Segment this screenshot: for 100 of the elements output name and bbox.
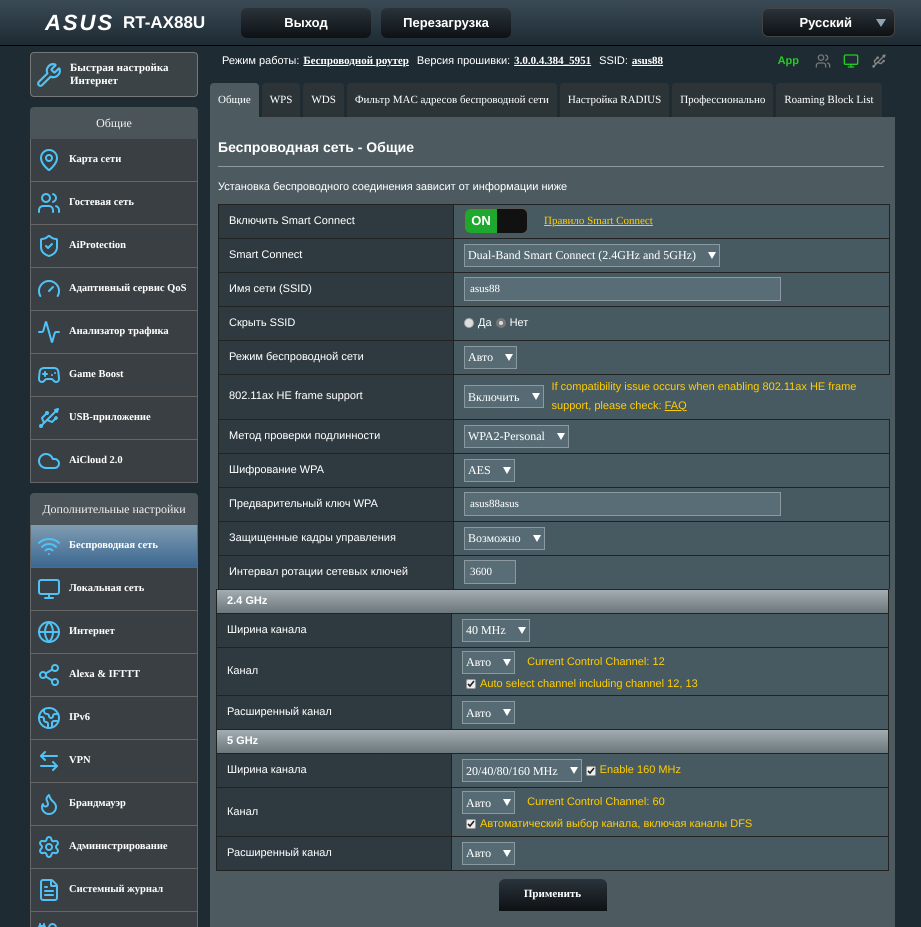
panel-subtitle: Установка беспроводного соединения зависит от информации ниже	[217, 180, 568, 195]
header-button[interactable]: Выход	[241, 8, 371, 38]
dropdown[interactable]: Включить	[464, 385, 544, 408]
globe-icon	[37, 706, 61, 730]
users-icon	[37, 191, 61, 215]
sidebar-item[interactable]: Брандмауэр	[30, 783, 198, 826]
sidebar-item[interactable]: Адаптивный сервис QoS	[30, 268, 198, 311]
sidebar-item[interactable]: USB-приложение	[30, 397, 198, 440]
tab[interactable]: Профессионально	[672, 83, 774, 117]
globe-icon	[37, 620, 61, 644]
row-label: Имя сети (SSID)	[219, 272, 454, 306]
dropdown[interactable]: Авто	[464, 346, 518, 368]
shield-icon	[37, 234, 61, 258]
caret-icon	[503, 658, 512, 666]
text-field[interactable]: asus88	[464, 277, 781, 301]
caret-icon	[532, 393, 540, 400]
checkbox-label: Enable 160 MHz	[600, 763, 681, 778]
dropdown[interactable]: 40 MHz	[462, 618, 530, 642]
panel-title: Беспроводная сеть - Общие	[217, 138, 416, 157]
row-label: Ширина канала	[217, 614, 452, 646]
apply-button[interactable]: Применить	[498, 878, 606, 910]
ssid-link[interactable]: asus88	[632, 52, 664, 70]
sidebar-item[interactable]: Alexa & IFTTT	[30, 654, 198, 697]
text-field[interactable]: 3600	[464, 560, 516, 584]
hub-icon	[37, 663, 61, 687]
row-label: Smart Connect	[219, 238, 454, 272]
header-button[interactable]: Перезагрузка	[381, 8, 511, 38]
dropdown[interactable]: WPA2-Personal	[464, 424, 569, 448]
tab[interactable]: WPS	[262, 83, 300, 117]
gear-icon	[37, 835, 61, 859]
radio-label: Нет	[510, 316, 528, 331]
sidebar-item[interactable]: AiCloud 2.0	[30, 440, 198, 483]
sidebar-item[interactable]: Гостевая сеть	[30, 182, 198, 225]
sidebar-item[interactable]: Администрирование	[30, 826, 198, 869]
faq-link[interactable]: FAQ	[664, 400, 687, 412]
row-label: Расширенный канал	[217, 836, 452, 870]
dropdown[interactable]: Авто	[462, 842, 516, 864]
radio-button[interactable]	[464, 318, 474, 328]
dropdown[interactable]: Dual-Band Smart Connect (2.4GHz and 5GHz)	[464, 244, 720, 266]
wrench-icon	[36, 62, 62, 88]
dropdown[interactable]: 20/40/80/160 MHz	[462, 759, 582, 782]
dropdown[interactable]: Авто	[462, 701, 516, 724]
usb-icon[interactable]	[871, 53, 887, 69]
map-pin-icon	[37, 148, 61, 172]
sidebar-item[interactable]: AiProtection	[30, 225, 198, 268]
sidebar-header: Общие	[30, 107, 198, 139]
sidebar-item[interactable]: Game Boost	[30, 354, 198, 397]
section-header: 2.4 GHz	[217, 588, 888, 612]
row-label: Интервал ротации сетевых ключей	[219, 556, 454, 588]
checkbox-label: Auto select channel including channel 12, 13	[480, 676, 698, 692]
caret-icon	[570, 767, 578, 774]
monitor-icon[interactable]	[843, 53, 859, 69]
tab[interactable]: Общие	[210, 83, 259, 117]
firmware-link[interactable]: 3.0.0.4.384_5951	[514, 52, 592, 70]
checkbox[interactable]	[586, 766, 596, 776]
link[interactable]: Правило Smart Connect	[544, 212, 653, 230]
radio-button[interactable]	[496, 318, 506, 328]
sidebar-item[interactable]: Беспроводная сеть	[30, 525, 198, 568]
sidebar-item[interactable]: Системный журнал	[30, 869, 198, 912]
arrows-icon	[37, 749, 61, 773]
caret-icon	[876, 18, 886, 26]
dropdown[interactable]: Авто	[462, 650, 516, 674]
tab[interactable]: WDS	[303, 83, 344, 117]
dropdown[interactable]: Возможно	[464, 526, 545, 550]
sidebar-item[interactable]: Локальная сеть	[30, 568, 198, 611]
toggle-label: ON	[465, 209, 497, 233]
checkbox[interactable]	[466, 819, 476, 830]
model-name: RT-AX88U	[123, 12, 206, 34]
caret-icon	[708, 252, 716, 258]
row-label: Метод проверки подлинности	[219, 420, 454, 452]
quick-setup-card[interactable]: Быстрая настройка Интернет	[30, 52, 198, 97]
row-label: Включить Smart Connect	[219, 204, 454, 238]
info-text: Current Control Channel: 60	[527, 795, 665, 810]
language-select[interactable]: Русский	[762, 8, 895, 37]
mode-link[interactable]: Беспроводной роутер	[303, 52, 409, 70]
caret-icon	[503, 799, 512, 806]
tab[interactable]: Фильтр MAC адресов беспроводной сети	[346, 83, 557, 117]
row-label: Канал	[217, 788, 452, 836]
sidebar-header: Дополнительные настройки	[30, 493, 198, 525]
checkbox[interactable]	[466, 678, 476, 689]
sidebar-item[interactable]: Интернет	[30, 611, 198, 654]
app-link[interactable]: App	[778, 52, 799, 70]
dropdown[interactable]: Авто	[462, 791, 516, 814]
row-label: 802.11ax HE frame support	[219, 374, 454, 418]
document-icon	[37, 878, 61, 902]
text-field[interactable]: asus88asus	[464, 492, 781, 516]
users-icon[interactable]	[815, 53, 831, 69]
tab[interactable]: Настройка RADIUS	[560, 83, 670, 117]
row-label: Скрыть SSID	[219, 306, 454, 340]
sidebar-item[interactable]: Анализатор трафика	[30, 311, 198, 354]
row-label: Защищенные кадры управления	[219, 522, 454, 554]
sidebar-item[interactable]: VPN	[30, 740, 198, 783]
sidebar-item[interactable]: IPv6	[30, 697, 198, 740]
usb-icon	[37, 406, 61, 430]
dropdown[interactable]: AES	[464, 458, 515, 482]
info-text: Current Control Channel: 12	[527, 654, 665, 670]
checkbox-label: Автоматический выбор канала, включая каналы DFS	[480, 817, 752, 832]
tab[interactable]: Roaming Block List	[776, 83, 882, 117]
activity-icon	[37, 320, 61, 344]
sidebar-item[interactable]: Карта сети	[30, 139, 198, 182]
